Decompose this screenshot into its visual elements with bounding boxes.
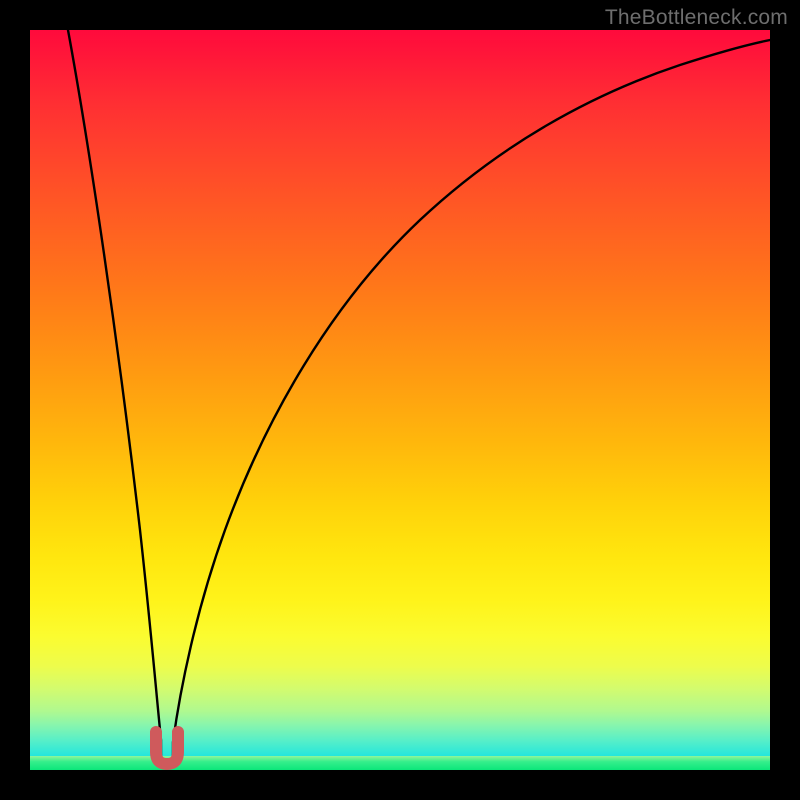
watermark-text: TheBottleneck.com (605, 6, 788, 30)
minimum-marker (156, 732, 178, 764)
bottleneck-curve-svg (30, 30, 770, 770)
plot-area (30, 30, 770, 770)
bottleneck-curve-path (68, 30, 770, 762)
outer-black-frame: TheBottleneck.com (0, 0, 800, 800)
